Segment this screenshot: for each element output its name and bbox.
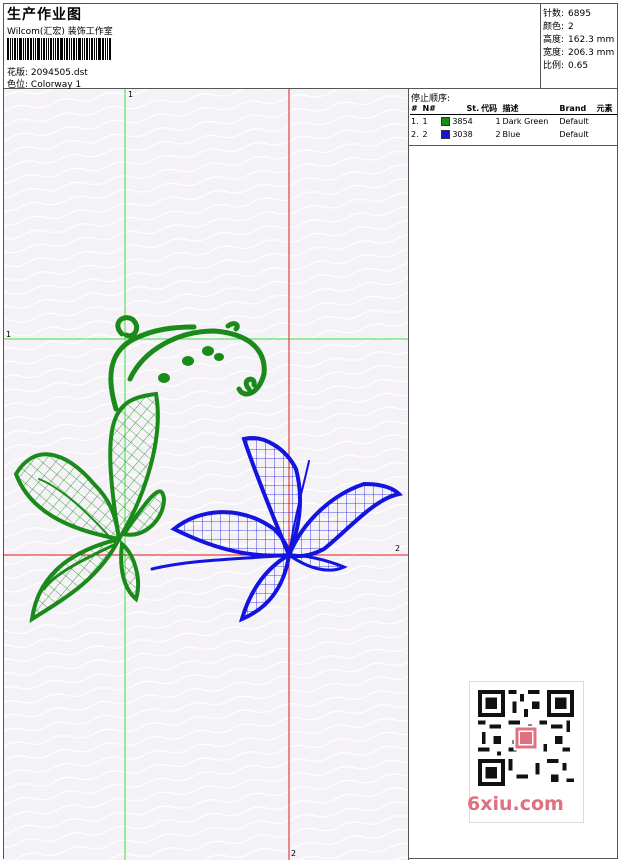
guide-label-red-bottom: 2 (291, 849, 297, 858)
qr-code-icon (478, 690, 574, 786)
barcode-icon (7, 38, 142, 60)
stat-stitches: 针数: 6895 (543, 9, 591, 19)
watermark-text: 6xiu.com (467, 793, 564, 815)
column-header: St. (439, 103, 481, 115)
stat-scale: 比例: 0.65 (543, 61, 589, 71)
column-header: # (410, 103, 422, 115)
design-canvas: 1 1 2 2 (4, 89, 409, 860)
column-header: Brand (558, 103, 596, 115)
guide-label-green-left: 1 (6, 330, 12, 339)
embroidery-preview (4, 89, 408, 860)
stat-width: 宽度: 206.3 mm (543, 48, 615, 58)
column-header: 代码 (480, 103, 502, 115)
divider (409, 145, 618, 146)
guide-label-green-top: 1 (128, 90, 134, 99)
stat-height: 高度: 162.3 mm (543, 35, 615, 45)
column-header: 描述 (501, 103, 559, 115)
work-sheet: 生产作业图 Wilcom(汇宏) 装饰工作室 花版: 2094505.dst 色… (3, 3, 618, 860)
column-header: 元素 (595, 103, 617, 115)
table-row: 1. 1 3854 1 Dark Green Default (411, 116, 589, 126)
stop-sequence-table: # N# St. 代码 描述 Brand 元素 1. 1 3854 1 Dark… (410, 103, 617, 141)
page-title: 生产作业图 (7, 7, 82, 23)
stat-colors: 颜色: 2 (543, 22, 574, 32)
guide-label-red-right: 2 (395, 544, 401, 553)
column-header: N# (421, 103, 440, 115)
stats-panel: 针数: 6895 颜色: 2 高度: 162.3 mm 宽度: 206.3 mm 比例:… (541, 4, 618, 89)
table-header-row: # N# St. 代码 描述 Brand 元素 (410, 103, 617, 115)
color-swatch-green (440, 116, 450, 126)
color-swatch-blue (440, 129, 450, 139)
stop-sequence-panel: 停止顺序: # N# St. 代码 描述 Brand 元素 1. 1 3854 (409, 89, 618, 860)
header-panel: 生产作业图 Wilcom(汇宏) 装饰工作室 花版: 2094505.dst 色… (4, 4, 541, 90)
studio-name: Wilcom(汇宏) 装饰工作室 (7, 27, 113, 37)
table-row: 2. 2 3038 2 Blue Default (411, 129, 589, 139)
